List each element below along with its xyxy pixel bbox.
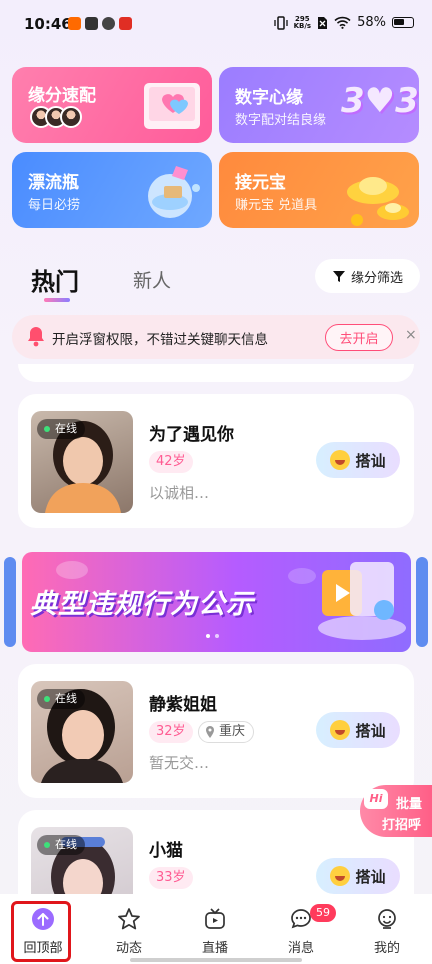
status-time: 10:46: [24, 15, 72, 33]
profile-face-icon: [378, 909, 396, 929]
tab-indicator: [44, 298, 70, 302]
vibrate-icon: [273, 15, 288, 30]
number-match-title: 数字心缘: [235, 88, 303, 108]
carousel-dot: [215, 634, 219, 638]
bulk-label-1: 批量: [396, 797, 423, 812]
carousel-dots: [206, 634, 219, 638]
user-card[interactable]: 在线 为了遇见你 42岁 以诚相… 搭讪: [18, 394, 414, 528]
match-card[interactable]: 缘分速配: [12, 67, 212, 143]
list-item[interactable]: [18, 364, 414, 382]
number-match-card[interactable]: 数字心缘 数字配对结良缘 3♥3: [219, 67, 419, 143]
home-indicator[interactable]: [130, 958, 302, 962]
status-right: 295 KB/s 58%: [273, 14, 414, 30]
online-badge: 在线: [37, 419, 85, 439]
match-card-title: 缘分速配: [28, 86, 96, 106]
bell-icon: [28, 327, 44, 347]
pdd-icon: [119, 17, 132, 30]
enable-button[interactable]: 去开启: [325, 324, 393, 351]
drift-bottle-title: 漂流瓶: [28, 173, 79, 193]
tab-hot[interactable]: 热门: [31, 262, 79, 297]
online-badge: 在线: [37, 689, 85, 709]
mail-icon: [85, 17, 98, 30]
match-avatars: [30, 106, 82, 128]
notification-permission-banner: 开启浮窗权限，不错过关键聊天信息 去开启 ×: [12, 315, 420, 359]
user-photo[interactable]: 在线: [31, 681, 133, 783]
nav-label: 消息: [287, 941, 314, 956]
feed-tabs: 热门 新人 缘分筛选: [0, 258, 432, 302]
drift-bottle-card[interactable]: 漂流瓶 每日必捞: [12, 152, 212, 228]
battery-icon: [392, 17, 414, 28]
wifi-icon: [334, 16, 351, 29]
location-label: 重庆: [219, 724, 246, 739]
no-sim-icon: [318, 16, 328, 29]
location-pin-icon: [206, 726, 214, 738]
filter-icon: [332, 271, 345, 282]
user-bio: 暂无交…: [149, 754, 210, 772]
user-photo[interactable]: 在线: [31, 411, 133, 513]
nav-profile[interactable]: 我的: [344, 894, 430, 964]
live-tv-icon: [205, 908, 225, 929]
wechat-icon: [102, 17, 115, 30]
ingot-title: 接元宝: [235, 173, 286, 193]
net-speed: 295 KB/s: [293, 14, 312, 30]
nav-label: 直播: [201, 941, 228, 956]
age-badge: 33岁: [149, 867, 193, 889]
notify-text: 开启浮窗权限，不错过关键聊天信息: [52, 332, 268, 348]
message-count-badge: 59: [310, 904, 336, 922]
greet-label: 搭讪: [355, 867, 386, 886]
carousel-prev-peek: [4, 557, 16, 647]
bottle-icon: [148, 166, 200, 218]
nav-live[interactable]: 直播: [172, 894, 258, 964]
user-card[interactable]: 在线 静紫姐姐 32岁 重庆 暂无交… 搭讪: [18, 664, 414, 798]
drift-bottle-subtitle: 每日必捞: [28, 198, 81, 213]
close-icon[interactable]: ×: [405, 327, 417, 343]
nav-label: 我的: [373, 941, 400, 956]
filter-label: 缘分筛选: [350, 270, 403, 286]
nav-label: 动态: [115, 941, 142, 956]
age-badge: 42岁: [149, 451, 193, 473]
taobao-icon: [68, 17, 81, 30]
online-badge: 在线: [37, 835, 85, 855]
laugh-emoji-icon: [330, 720, 351, 740]
star-icon: [118, 908, 140, 930]
ingot-subtitle: 赚元宝 兑道具: [235, 198, 318, 213]
carousel-next-peek: [416, 557, 428, 647]
laugh-emoji-icon: [330, 866, 351, 886]
notification-icons: [68, 17, 132, 30]
user-name: 为了遇见你: [149, 425, 234, 445]
filter-button[interactable]: 缘分筛选: [315, 259, 420, 293]
age-badge: 32岁: [149, 721, 193, 743]
highlight-box: [11, 901, 71, 962]
banner-text: 典型违规行为公示: [30, 589, 254, 620]
gold-ingot-icon: [347, 177, 409, 226]
greet-label: 搭讪: [355, 721, 386, 740]
greet-button[interactable]: 搭讪: [316, 712, 400, 748]
number-match-subtitle: 数字配对结良缘: [235, 113, 327, 128]
carousel-dot: [206, 634, 210, 638]
heart-frame-icon: [144, 83, 200, 129]
greet-label: 搭讪: [355, 451, 386, 470]
user-name: 小猫: [149, 841, 183, 861]
status-bar: 10:46 295 KB/s 58%: [0, 0, 432, 52]
greet-button[interactable]: 搭讪: [316, 858, 400, 894]
ingot-card[interactable]: 接元宝 赚元宝 兑道具: [219, 152, 419, 228]
nav-moments[interactable]: 动态: [86, 894, 172, 964]
tab-new[interactable]: 新人: [133, 266, 171, 293]
user-bio: 以诚相…: [149, 484, 210, 502]
number-heart-deco: 3♥3: [341, 81, 419, 121]
battery-percent: 58%: [357, 15, 386, 30]
user-name: 静紫姐姐: [149, 695, 217, 715]
avatar: [60, 106, 82, 128]
bulk-label-2: 打招呼: [382, 818, 422, 833]
hi-icon: Hi: [364, 789, 388, 809]
laugh-emoji-icon: [330, 450, 351, 470]
location-badge: 重庆: [198, 721, 255, 743]
greet-button[interactable]: 搭讪: [316, 442, 400, 478]
bulk-greet-button[interactable]: Hi 批量 打招呼: [360, 785, 432, 837]
